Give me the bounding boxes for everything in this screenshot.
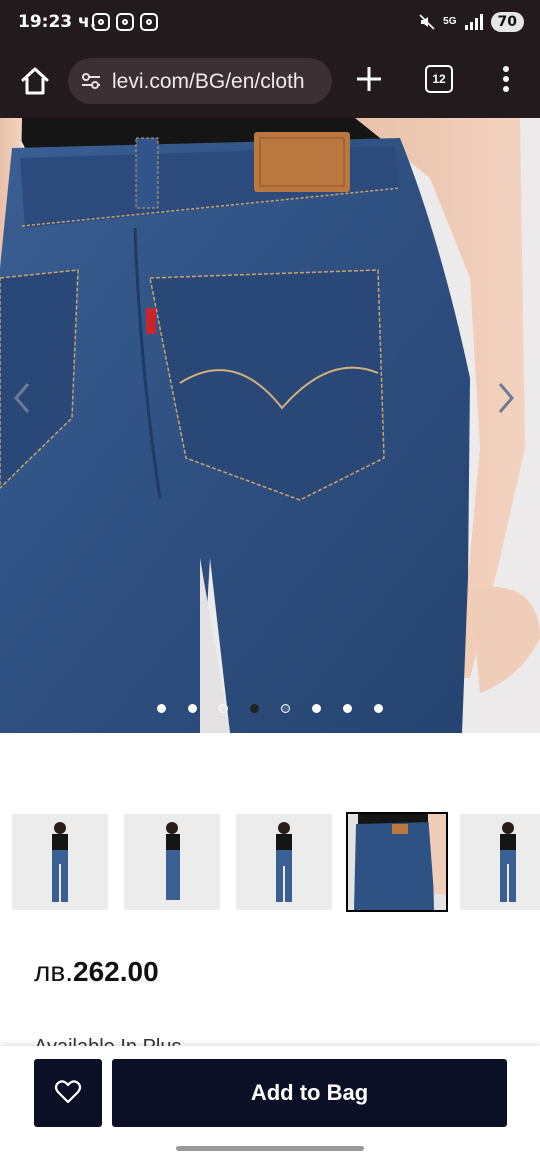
screenshot-icon xyxy=(92,13,110,31)
thumbnail-strip xyxy=(0,812,540,912)
tab-switcher-button[interactable]: 12 xyxy=(425,65,453,93)
chevron-left-icon[interactable] xyxy=(8,380,36,416)
carousel-dot[interactable] xyxy=(312,704,321,713)
carousel-dot[interactable] xyxy=(250,704,259,713)
instagram-icon xyxy=(116,13,134,31)
url-text[interactable]: levi.com/BG/en/cloth xyxy=(112,70,326,94)
thumbnail-detail-selected[interactable] xyxy=(346,812,448,912)
carousel-dot[interactable] xyxy=(188,704,197,713)
price-currency: лв. xyxy=(34,956,73,987)
site-settings-icon[interactable] xyxy=(80,73,102,89)
address-bar[interactable]: levi.com/BG/en/cloth xyxy=(68,58,332,104)
carousel-dot[interactable] xyxy=(219,704,228,713)
status-time: 19:23 ч. xyxy=(18,12,97,32)
carousel-dot[interactable] xyxy=(157,704,166,713)
chevron-right-icon[interactable] xyxy=(492,380,520,416)
mute-icon xyxy=(419,14,435,30)
product-price: лв.262.00 xyxy=(34,956,159,988)
add-to-bag-button[interactable]: Add to Bag xyxy=(112,1059,507,1127)
system-indicators: 5G 70 xyxy=(419,12,524,32)
instagram-icon xyxy=(140,13,158,31)
heart-icon xyxy=(54,1080,82,1104)
thumbnail-back[interactable] xyxy=(236,814,332,910)
thumbnail-front-2[interactable] xyxy=(460,814,540,910)
bottom-action-bar: Add to Bag xyxy=(0,1046,540,1158)
signal-icon xyxy=(464,14,483,30)
home-icon[interactable] xyxy=(18,64,52,98)
thumbnail-side[interactable] xyxy=(124,814,220,910)
network-type: 5G xyxy=(443,16,457,27)
notification-icons xyxy=(92,13,158,31)
price-value: 262.00 xyxy=(73,956,159,987)
carousel-dot[interactable] xyxy=(374,704,383,713)
product-image-carousel[interactable] xyxy=(0,118,540,733)
status-bar: 19:23 ч. 5G 70 xyxy=(0,0,540,48)
carousel-dots xyxy=(0,704,540,713)
carousel-dot[interactable] xyxy=(343,704,352,713)
product-photo xyxy=(0,118,540,733)
battery-level: 70 xyxy=(490,12,524,32)
gesture-bar xyxy=(176,1146,364,1151)
thumbnail-front[interactable] xyxy=(12,814,108,910)
plus-icon[interactable] xyxy=(352,62,386,96)
wishlist-button[interactable] xyxy=(34,1059,102,1127)
browser-toolbar: levi.com/BG/en/cloth 12 xyxy=(0,48,540,118)
carousel-dot[interactable] xyxy=(281,704,290,713)
more-vert-icon[interactable] xyxy=(496,64,516,94)
